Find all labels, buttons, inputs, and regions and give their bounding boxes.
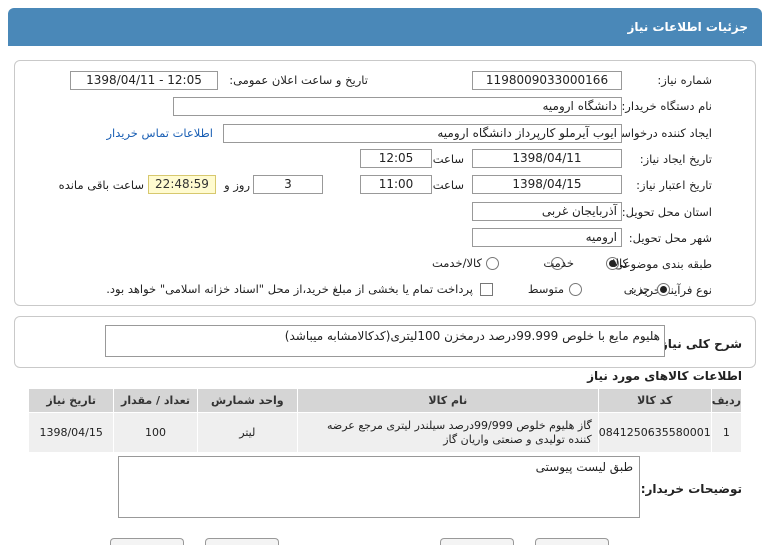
announce-label: تاریخ و ساعت اعلان عمومی: [229,73,368,87]
cell-unit: لیتر [196,412,298,453]
created-date-label: تاریخ ایجاد نیاز: [639,152,712,166]
category-radio-goods-service[interactable] [486,257,499,270]
province-field[interactable]: آذربایجان غربی [472,202,622,221]
created-date-field[interactable]: 1398/04/11 [472,149,622,168]
buyer-org-label: نام دستگاه خریدار: [621,99,712,113]
cell-qty: 100 [113,412,198,453]
col-header-date: تاریخ نیاز [27,388,115,413]
province-label: استان محل تحویل: [621,205,712,219]
summary-label: شرح کلی نیاز: [656,337,742,351]
category-option-service: خدمت [543,256,574,270]
remaining-time-label: ساعت باقی مانده [58,178,144,192]
created-time-field[interactable]: 12:05 [360,149,432,168]
process-radio-medium[interactable] [569,283,582,296]
city-label: شهر محل تحویل: [628,231,712,245]
summary-field[interactable]: هلیوم مایع با خلوص 99.999درصد درمخزن 100… [105,325,665,357]
city-field[interactable]: ارومیه [472,228,622,247]
contact-buyer-link[interactable]: اطلاعات تماس خریدار [106,126,213,140]
bottom-button-3[interactable] [440,538,514,545]
valid-date-label: تاریخ اعتبار نیاز: [636,178,712,192]
goods-table-header: ردیف کد کالا نام کالا واحد شمارش تعداد /… [27,388,743,413]
bottom-button-4[interactable] [535,538,609,545]
cell-date: 1398/04/15 [27,412,115,453]
table-row[interactable]: 1 0841250635580001 گاز هلیوم خلوص 99/999… [27,412,743,453]
cell-code: 0841250635580001 [597,412,712,453]
col-header-code: کد کالا [597,388,712,413]
page-title: جزئیات اطلاعات نیاز [627,20,748,34]
goods-section-title: اطلاعات کالاهای مورد نیاز [587,369,742,383]
category-option-goods: کالا [612,256,628,270]
treasury-payment-checkbox[interactable] [480,283,493,296]
buyer-notes-label: توضیحات خریدار: [640,482,742,496]
need-number-field[interactable]: 1198009033000166 [472,71,622,90]
valid-date-field[interactable]: 1398/04/15 [472,175,622,194]
need-number-label: شماره نیاز: [657,73,712,87]
goods-table: ردیف کد کالا نام کالا واحد شمارش تعداد /… [27,388,743,453]
bottom-button-1[interactable] [110,538,184,545]
remaining-time-field: 22:48:59 [148,175,216,194]
created-time-label: ساعت [432,152,464,166]
valid-time-label: ساعت [432,178,464,192]
valid-time-field[interactable]: 11:00 [360,175,432,194]
cell-name: گاز هلیوم خلوص 99/999درصد سیلندر لیتری م… [296,412,599,453]
bottom-button-2[interactable] [205,538,279,545]
col-header-unit: واحد شمارش [196,388,298,413]
process-option-minor: جزیی [623,282,650,296]
col-header-qty: تعداد / مقدار [113,388,198,413]
buyer-org-field[interactable]: دانشگاه ارومیه [173,97,622,116]
cell-row: 1 [710,412,743,453]
page-header: جزئیات اطلاعات نیاز [8,8,762,46]
col-header-name: نام کالا [296,388,599,413]
col-header-row: ردیف [710,388,743,413]
requester-field[interactable]: ایوب آیرملو کارپرداز دانشگاه ارومیه [223,124,622,143]
process-option-medium: متوسط [527,282,564,296]
treasury-payment-note: پرداخت تمام یا بخشی از مبلغ خرید،از محل … [106,282,473,296]
process-radio-minor[interactable] [657,283,670,296]
days-remaining-field[interactable]: 3 [253,175,323,194]
category-option-goods-service: کالا/خدمت [431,256,482,270]
announce-datetime-field[interactable]: 1398/04/11 - 12:05 [70,71,218,90]
buyer-notes-field[interactable]: طبق لیست پیوستی [118,456,640,518]
days-label: روز و [224,178,250,192]
